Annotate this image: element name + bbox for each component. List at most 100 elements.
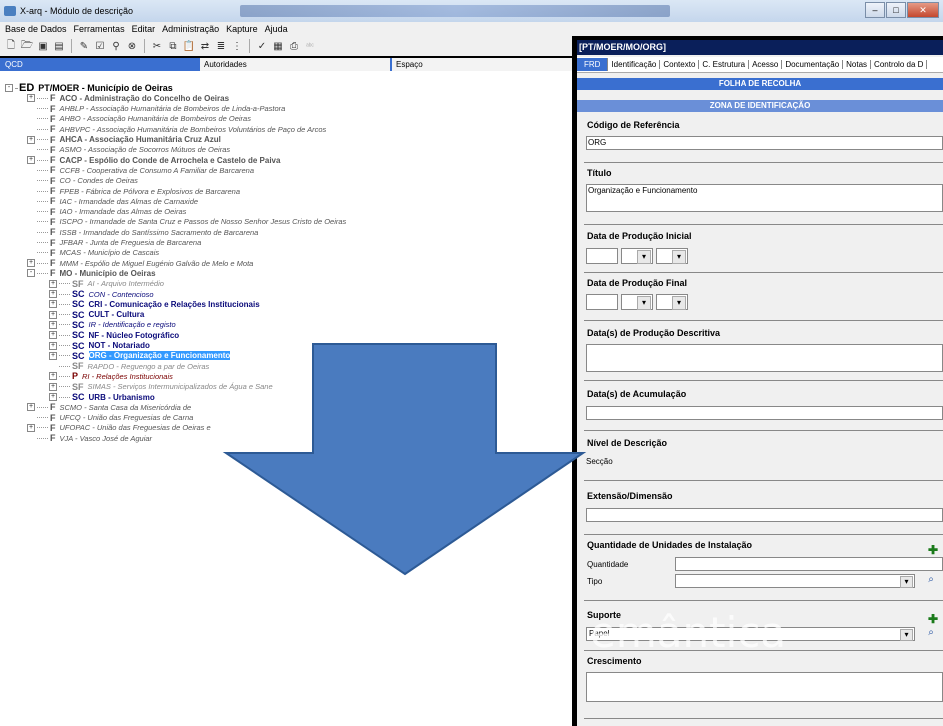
- tree-node[interactable]: F IAO - Irmandade das Almas de Oeiras: [27, 207, 186, 217]
- edit-icon[interactable]: ✎: [77, 39, 91, 53]
- tab-notas[interactable]: Notas: [843, 60, 872, 69]
- expand-icon[interactable]: +: [49, 310, 57, 319]
- expand-icon[interactable]: +: [49, 351, 57, 360]
- tab-estrutura[interactable]: C. Estrutura: [699, 60, 750, 69]
- tree-node[interactable]: F ASMO - Associação de Socorros Mútuos de…: [27, 145, 230, 155]
- tree-node[interactable]: F MCAS - Município de Cascais: [27, 248, 159, 258]
- tree-node-label[interactable]: SIMAS - Serviços Intermunicipalizados de…: [88, 382, 273, 391]
- mes-inicial-select[interactable]: [621, 248, 653, 264]
- document-icon[interactable]: ▦: [271, 39, 285, 53]
- expand-icon[interactable]: +: [49, 331, 57, 340]
- add-unidade-icon[interactable]: ✚: [927, 544, 939, 556]
- ano-final-input[interactable]: [586, 294, 618, 310]
- tree-node-label[interactable]: PT/MOER - Município de Oeiras: [38, 83, 173, 93]
- codigo-field[interactable]: ORG: [586, 136, 943, 150]
- menu-ajuda[interactable]: Ajuda: [265, 24, 288, 34]
- expand-icon[interactable]: +: [27, 423, 35, 432]
- expand-icon[interactable]: +: [49, 372, 57, 381]
- tree-node-label[interactable]: RAPDO - Reguengo a par de Oeiras: [88, 362, 210, 371]
- expand-icon[interactable]: +: [49, 300, 57, 309]
- column-qcd[interactable]: QCD: [5, 60, 23, 69]
- tree-node[interactable]: - F MO - Município de Oeiras: [27, 268, 156, 278]
- copy-icon[interactable]: ⧉: [166, 39, 180, 53]
- tree-node-label[interactable]: IAC - Irmandade das Almas de Carnaxide: [60, 197, 199, 206]
- close-button[interactable]: ✕: [907, 2, 939, 18]
- tree-node[interactable]: + SC NF - Núcleo Fotográfico: [49, 330, 179, 340]
- tree-node-label[interactable]: NF - Núcleo Fotográfico: [89, 331, 180, 340]
- expand-icon[interactable]: +: [27, 135, 35, 144]
- add-suporte-icon[interactable]: ✚: [927, 613, 939, 625]
- menu-ferramentas[interactable]: Ferramentas: [74, 24, 125, 34]
- link-icon[interactable]: ⇄: [198, 39, 212, 53]
- open-icon[interactable]: 🗁: [20, 39, 34, 53]
- tab-acesso[interactable]: Acesso: [749, 60, 783, 69]
- tree-node[interactable]: F CCFB - Cooperativa de Consumo A Familia…: [27, 165, 254, 175]
- tree-node-label[interactable]: UFCQ - União das Freguesias de Carna: [60, 413, 194, 422]
- tree-node[interactable]: + SC IR - Identificação e registo: [49, 320, 176, 330]
- dia-inicial-select[interactable]: [656, 248, 688, 264]
- expand-icon[interactable]: +: [49, 393, 57, 401]
- column-autoridades[interactable]: Autoridades: [200, 58, 390, 71]
- new-icon[interactable]: 🗋: [4, 39, 18, 53]
- search-icon[interactable]: ⚲: [109, 39, 123, 53]
- tree-node-label[interactable]: FPEB - Fábrica de Pólvora e Explosivos d…: [60, 187, 241, 196]
- tree-node[interactable]: F FPEB - Fábrica de Pólvora e Explosivos …: [27, 186, 240, 196]
- collapse-icon[interactable]: -: [27, 269, 35, 278]
- collapse-icon[interactable]: -: [5, 84, 13, 92]
- tree-node[interactable]: + SC CULT - Cultura: [49, 310, 144, 320]
- maximize-button[interactable]: □: [886, 2, 906, 18]
- tree-node-label[interactable]: IAO - Irmandade das Almas de Oeiras: [60, 207, 187, 216]
- tree-node-label[interactable]: MCAS - Município de Cascais: [60, 248, 160, 257]
- ano-inicial-input[interactable]: [586, 248, 618, 264]
- expand-icon[interactable]: +: [27, 259, 35, 268]
- mes-final-select[interactable]: [621, 294, 653, 310]
- expand-icon[interactable]: +: [49, 279, 57, 288]
- spell-icon[interactable]: ✓: [255, 39, 269, 53]
- tree-node[interactable]: F UFCQ - União das Freguesias de Carna: [27, 413, 193, 423]
- tree-node[interactable]: F AHBVPC - Associação Humanitária de Bomb…: [27, 124, 326, 134]
- tree-node[interactable]: + F MMM - Espólio de Miguel Eugénio Galvão…: [27, 258, 253, 268]
- tab-frd[interactable]: FRD: [577, 58, 609, 71]
- tree-node[interactable]: F IAC - Irmandade das Almas de Carnaxide: [27, 196, 198, 206]
- menu-kapture[interactable]: Kapture: [226, 24, 258, 34]
- tree-node[interactable]: F ISCPO - Irmandade de Santa Cruz e Passo…: [27, 217, 346, 227]
- tree-node[interactable]: + SC URB - Urbanismo: [49, 392, 155, 402]
- expand-icon[interactable]: +: [27, 94, 35, 103]
- tree-node[interactable]: + SF SIMAS - Serviços Intermunicipalizados…: [49, 382, 273, 392]
- tree-node-label[interactable]: SCMO - Santa Casa da Misericórdia de: [60, 403, 192, 412]
- extensao-field[interactable]: [586, 508, 943, 522]
- tree-node[interactable]: + SF AI - Arquivo Intermédio: [49, 279, 164, 289]
- tree-node-label[interactable]: AHBVPC - Associação Humanitária de Bombe…: [60, 125, 327, 134]
- check-icon[interactable]: ☑: [93, 39, 107, 53]
- tree-node[interactable]: + F AHCA - Associação Humanitária Cruz Azu…: [27, 135, 221, 145]
- tree-node-label[interactable]: IR - Identificação e registo: [89, 320, 176, 329]
- tree-node[interactable]: + SC CON - Contencioso: [49, 289, 154, 299]
- tab-contexto[interactable]: Contexto: [660, 60, 700, 69]
- binoculars-icon[interactable]: ⌕: [924, 574, 938, 588]
- titulo-field[interactable]: Organização e Funcionamento: [586, 184, 943, 212]
- tab-identificacao[interactable]: Identificação: [608, 60, 661, 69]
- expand-icon[interactable]: +: [49, 290, 57, 298]
- expand-icon[interactable]: +: [49, 382, 57, 391]
- tree-node-label[interactable]: MMM - Espólio de Miguel Eugénio Galvão d…: [60, 259, 254, 268]
- minimize-button[interactable]: –: [865, 2, 885, 18]
- print-icon[interactable]: ⎙: [287, 39, 301, 53]
- tree-icon[interactable]: ≣: [214, 39, 228, 53]
- tree-node-label[interactable]: ASMO - Associação de Socorros Mútuos de …: [60, 145, 231, 154]
- tree-node[interactable]: - ED PT/MOER - Município de Oeiras: [5, 82, 173, 94]
- tree-node-label[interactable]: ORG - Organização e Funcionamento: [88, 351, 231, 361]
- tree-node[interactable]: + SC NOT - Notariado: [49, 341, 150, 351]
- tree-node-label[interactable]: AHBLP - Associação Humanitária de Bombei…: [60, 104, 286, 113]
- tree-node-label[interactable]: MO - Município de Oeiras: [60, 269, 156, 278]
- menu-administracao[interactable]: Administração: [162, 24, 219, 34]
- tree-node-label[interactable]: NOT - Notariado: [89, 341, 150, 350]
- tree-node[interactable]: + SC ORG - Organização e Funcionamento: [49, 351, 231, 361]
- tree-node-label[interactable]: CCFB - Cooperativa de Consumo A Familiar…: [60, 166, 255, 175]
- tree-node-label[interactable]: CON - Contencioso: [89, 290, 154, 299]
- tree-node[interactable]: + F SCMO - Santa Casa da Misericórdia de: [27, 402, 191, 412]
- tree-node-label[interactable]: RI - Relações Institucionais: [82, 372, 173, 381]
- tab-controlo[interactable]: Controlo da D: [871, 60, 928, 69]
- tree-node[interactable]: + F UFOPAC - União das Freguesias de Oeira…: [27, 423, 211, 433]
- tree-node[interactable]: F VJA - Vasco José de Aguiar: [27, 433, 152, 443]
- tree-node-label[interactable]: CACP - Espólio do Conde de Arrochela e C…: [60, 156, 281, 165]
